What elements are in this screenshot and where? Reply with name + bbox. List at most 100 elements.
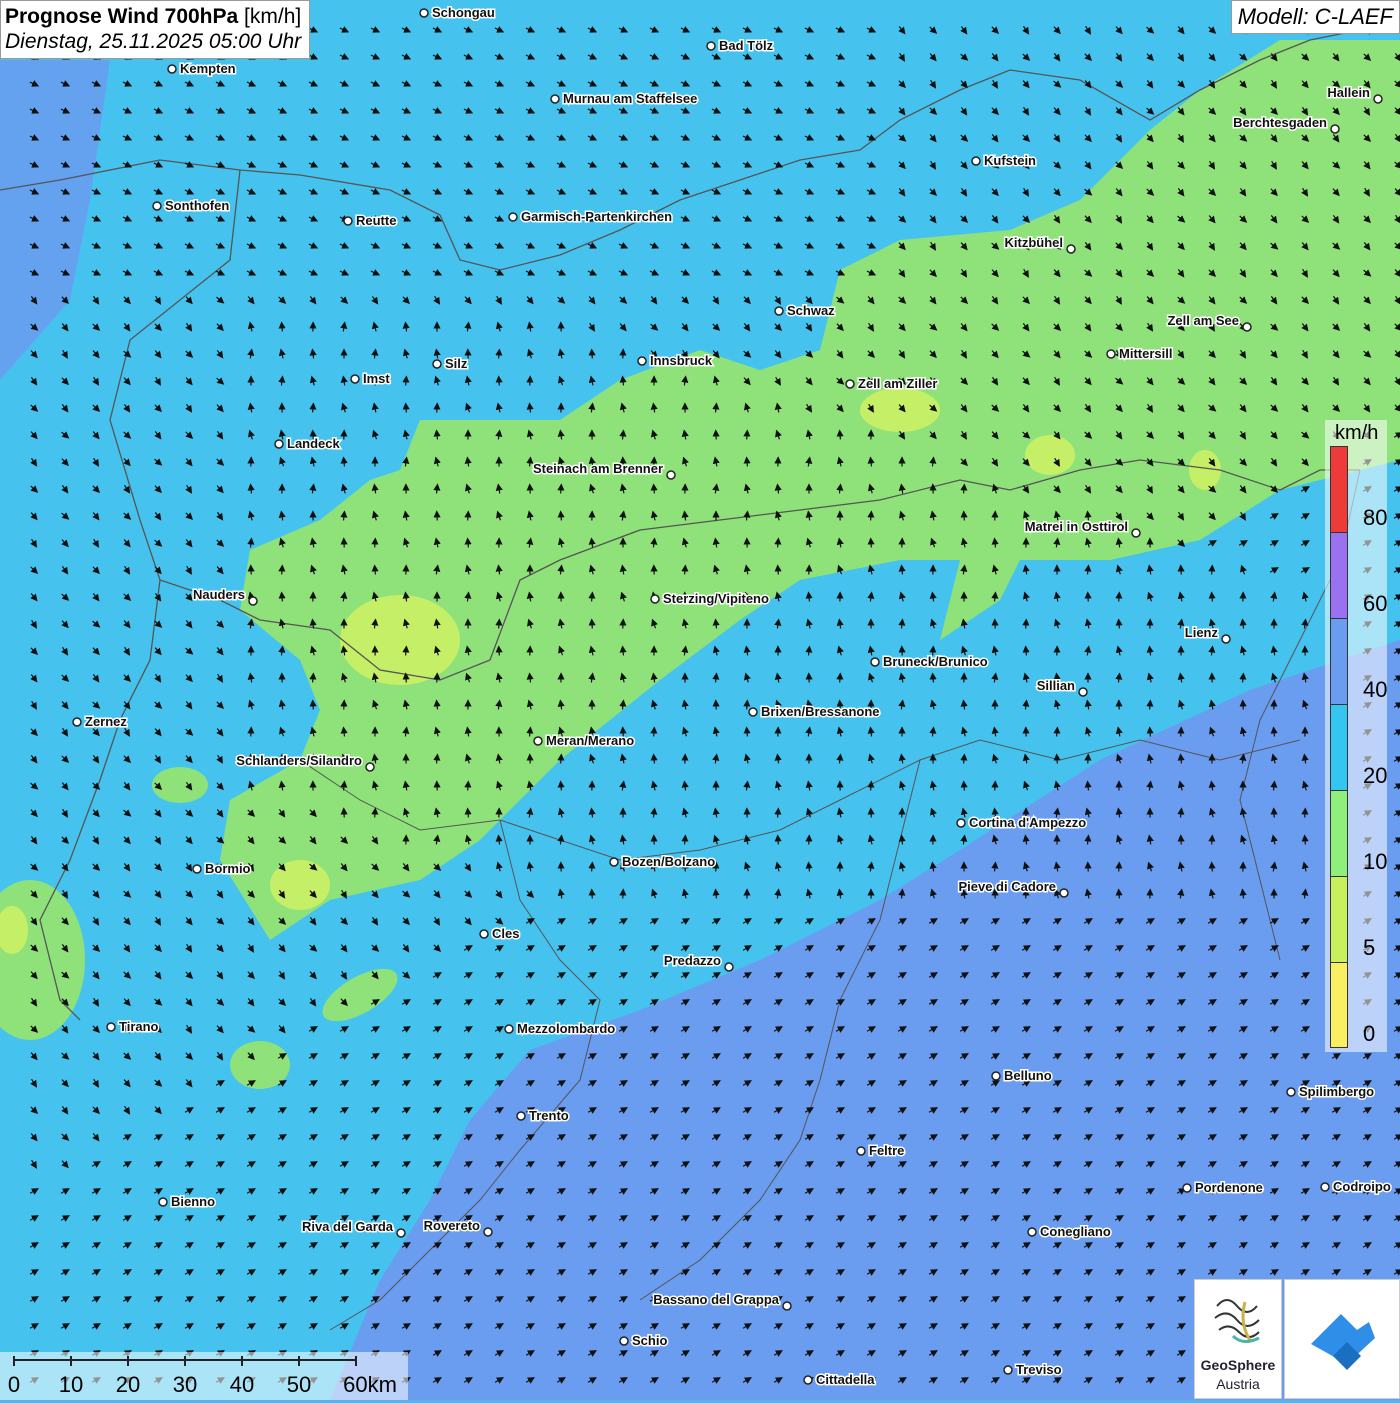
wind-arrow bbox=[747, 728, 748, 737]
city-dot bbox=[1132, 529, 1140, 537]
wind-arrow bbox=[1243, 674, 1244, 683]
city-label: Hallein bbox=[1327, 85, 1370, 100]
city-label: Bruneck/Brunico bbox=[883, 654, 988, 669]
city-label: Nauders bbox=[193, 587, 245, 602]
city-label: Sterzing/Vipiteno bbox=[663, 591, 769, 606]
city-dot bbox=[433, 360, 441, 368]
wind-arrow bbox=[1243, 701, 1244, 710]
legend-swatch bbox=[1330, 532, 1348, 618]
wind-arrow bbox=[1212, 593, 1213, 602]
city-label: Spilimbergo bbox=[1299, 1084, 1374, 1099]
city-dot bbox=[972, 157, 980, 165]
city-dot bbox=[480, 930, 488, 938]
city-dot bbox=[857, 1147, 865, 1155]
scale-label: 0 bbox=[8, 1372, 20, 1398]
city-dot bbox=[107, 1023, 115, 1031]
city-spilimbergo: Spilimbergo bbox=[1287, 1084, 1374, 1099]
wind-arrow bbox=[778, 809, 779, 818]
wind-arrow bbox=[561, 485, 562, 494]
city-label: Predazzo bbox=[664, 953, 721, 968]
city-bozen-bolzano: Bozen/Bolzano bbox=[610, 854, 715, 869]
wind-arrow bbox=[1212, 863, 1213, 872]
wind-arrow bbox=[871, 782, 872, 791]
city-dot bbox=[366, 763, 374, 771]
city-dot bbox=[783, 1302, 791, 1310]
wind-arrow bbox=[375, 566, 376, 575]
city-label: Bad Tölz bbox=[719, 38, 774, 53]
city-dot bbox=[775, 307, 783, 315]
city-label: Sonthofen bbox=[165, 198, 229, 213]
city-dot bbox=[725, 963, 733, 971]
wind-arrow bbox=[1212, 566, 1213, 575]
city-label: Rovereto bbox=[424, 1218, 480, 1233]
legend-label: 60 bbox=[1363, 591, 1387, 617]
city-label: Mezzolombardo bbox=[517, 1021, 615, 1036]
app-logo-icon bbox=[1285, 1280, 1399, 1398]
city-dot bbox=[957, 819, 965, 827]
wind-arrow bbox=[840, 674, 841, 683]
wind-arrow bbox=[871, 809, 872, 818]
patch-green bbox=[152, 767, 208, 803]
wind-arrow bbox=[933, 674, 934, 683]
wind-arrow bbox=[468, 782, 469, 791]
forecast-date: Dienstag, 25.11.2025 05:00 Uhr bbox=[5, 29, 301, 54]
city-label: Brixen/Bressanone bbox=[761, 704, 880, 719]
city-label: Lienz bbox=[1185, 625, 1219, 640]
city-label: Schlanders/Silandro bbox=[236, 753, 362, 768]
wind-arrow bbox=[1119, 620, 1120, 629]
wind-arrow bbox=[499, 620, 500, 629]
city-dot bbox=[992, 1072, 1000, 1080]
wind-arrow bbox=[1119, 593, 1120, 602]
scale-label: 50 bbox=[287, 1372, 311, 1398]
city-label: Kufstein bbox=[984, 153, 1036, 168]
legend-swatch bbox=[1330, 790, 1348, 876]
city-label: Treviso bbox=[1016, 1362, 1062, 1377]
city-label: Riva del Garda bbox=[302, 1219, 394, 1234]
city-label: Innsbruck bbox=[650, 353, 713, 368]
wind-arrow bbox=[592, 620, 593, 629]
geosphere-name: GeoSphere bbox=[1195, 1357, 1281, 1373]
wind-arrow bbox=[375, 539, 376, 548]
wind-arrow bbox=[747, 431, 748, 440]
city-meran-merano: Meran/Merano bbox=[534, 733, 634, 748]
wind-arrow bbox=[282, 593, 283, 602]
wind-arrow bbox=[778, 836, 779, 845]
city-dot bbox=[846, 380, 854, 388]
scale-label: 60km bbox=[343, 1372, 397, 1398]
legend-label: 0 bbox=[1363, 1021, 1375, 1047]
city-label: Zernez bbox=[85, 714, 127, 729]
wind-arrow bbox=[313, 701, 314, 710]
wind-arrow bbox=[592, 863, 593, 872]
city-dot bbox=[1374, 95, 1382, 103]
city-dot bbox=[1004, 1366, 1012, 1374]
city-dot bbox=[1079, 688, 1087, 696]
city-label: Pieve di Cadore bbox=[958, 879, 1056, 894]
scale-label: 20 bbox=[116, 1372, 140, 1398]
city-garmisch-partenkirchen: Garmisch-Partenkirchen bbox=[509, 209, 672, 224]
wind-arrow bbox=[1212, 836, 1213, 845]
wind-arrow bbox=[964, 485, 965, 494]
city-dot bbox=[397, 1229, 405, 1237]
city-dot bbox=[505, 1025, 513, 1033]
patch-yellowgreen bbox=[270, 860, 330, 910]
city-label: Steinach am Brenner bbox=[533, 461, 663, 476]
legend-swatch bbox=[1330, 876, 1348, 962]
city-label: Mittersill bbox=[1119, 346, 1172, 361]
city-dot bbox=[667, 471, 675, 479]
wind-arrow bbox=[499, 647, 500, 656]
city-label: Bienno bbox=[171, 1194, 215, 1209]
city-dot bbox=[1243, 323, 1251, 331]
city-dot bbox=[168, 65, 176, 73]
wind-arrow bbox=[406, 647, 407, 656]
city-label: Feltre bbox=[869, 1143, 904, 1158]
legend-label: 10 bbox=[1363, 849, 1387, 875]
city-label: Berchtesgaden bbox=[1233, 115, 1327, 130]
city-dot bbox=[1222, 635, 1230, 643]
city-dot bbox=[159, 1198, 167, 1206]
legend-swatch bbox=[1330, 446, 1348, 532]
city-dot bbox=[610, 858, 618, 866]
wind-arrow bbox=[313, 404, 314, 413]
wind-arrow bbox=[468, 539, 469, 548]
legend-label: 40 bbox=[1363, 677, 1387, 703]
city-label: Garmisch-Partenkirchen bbox=[521, 209, 672, 224]
